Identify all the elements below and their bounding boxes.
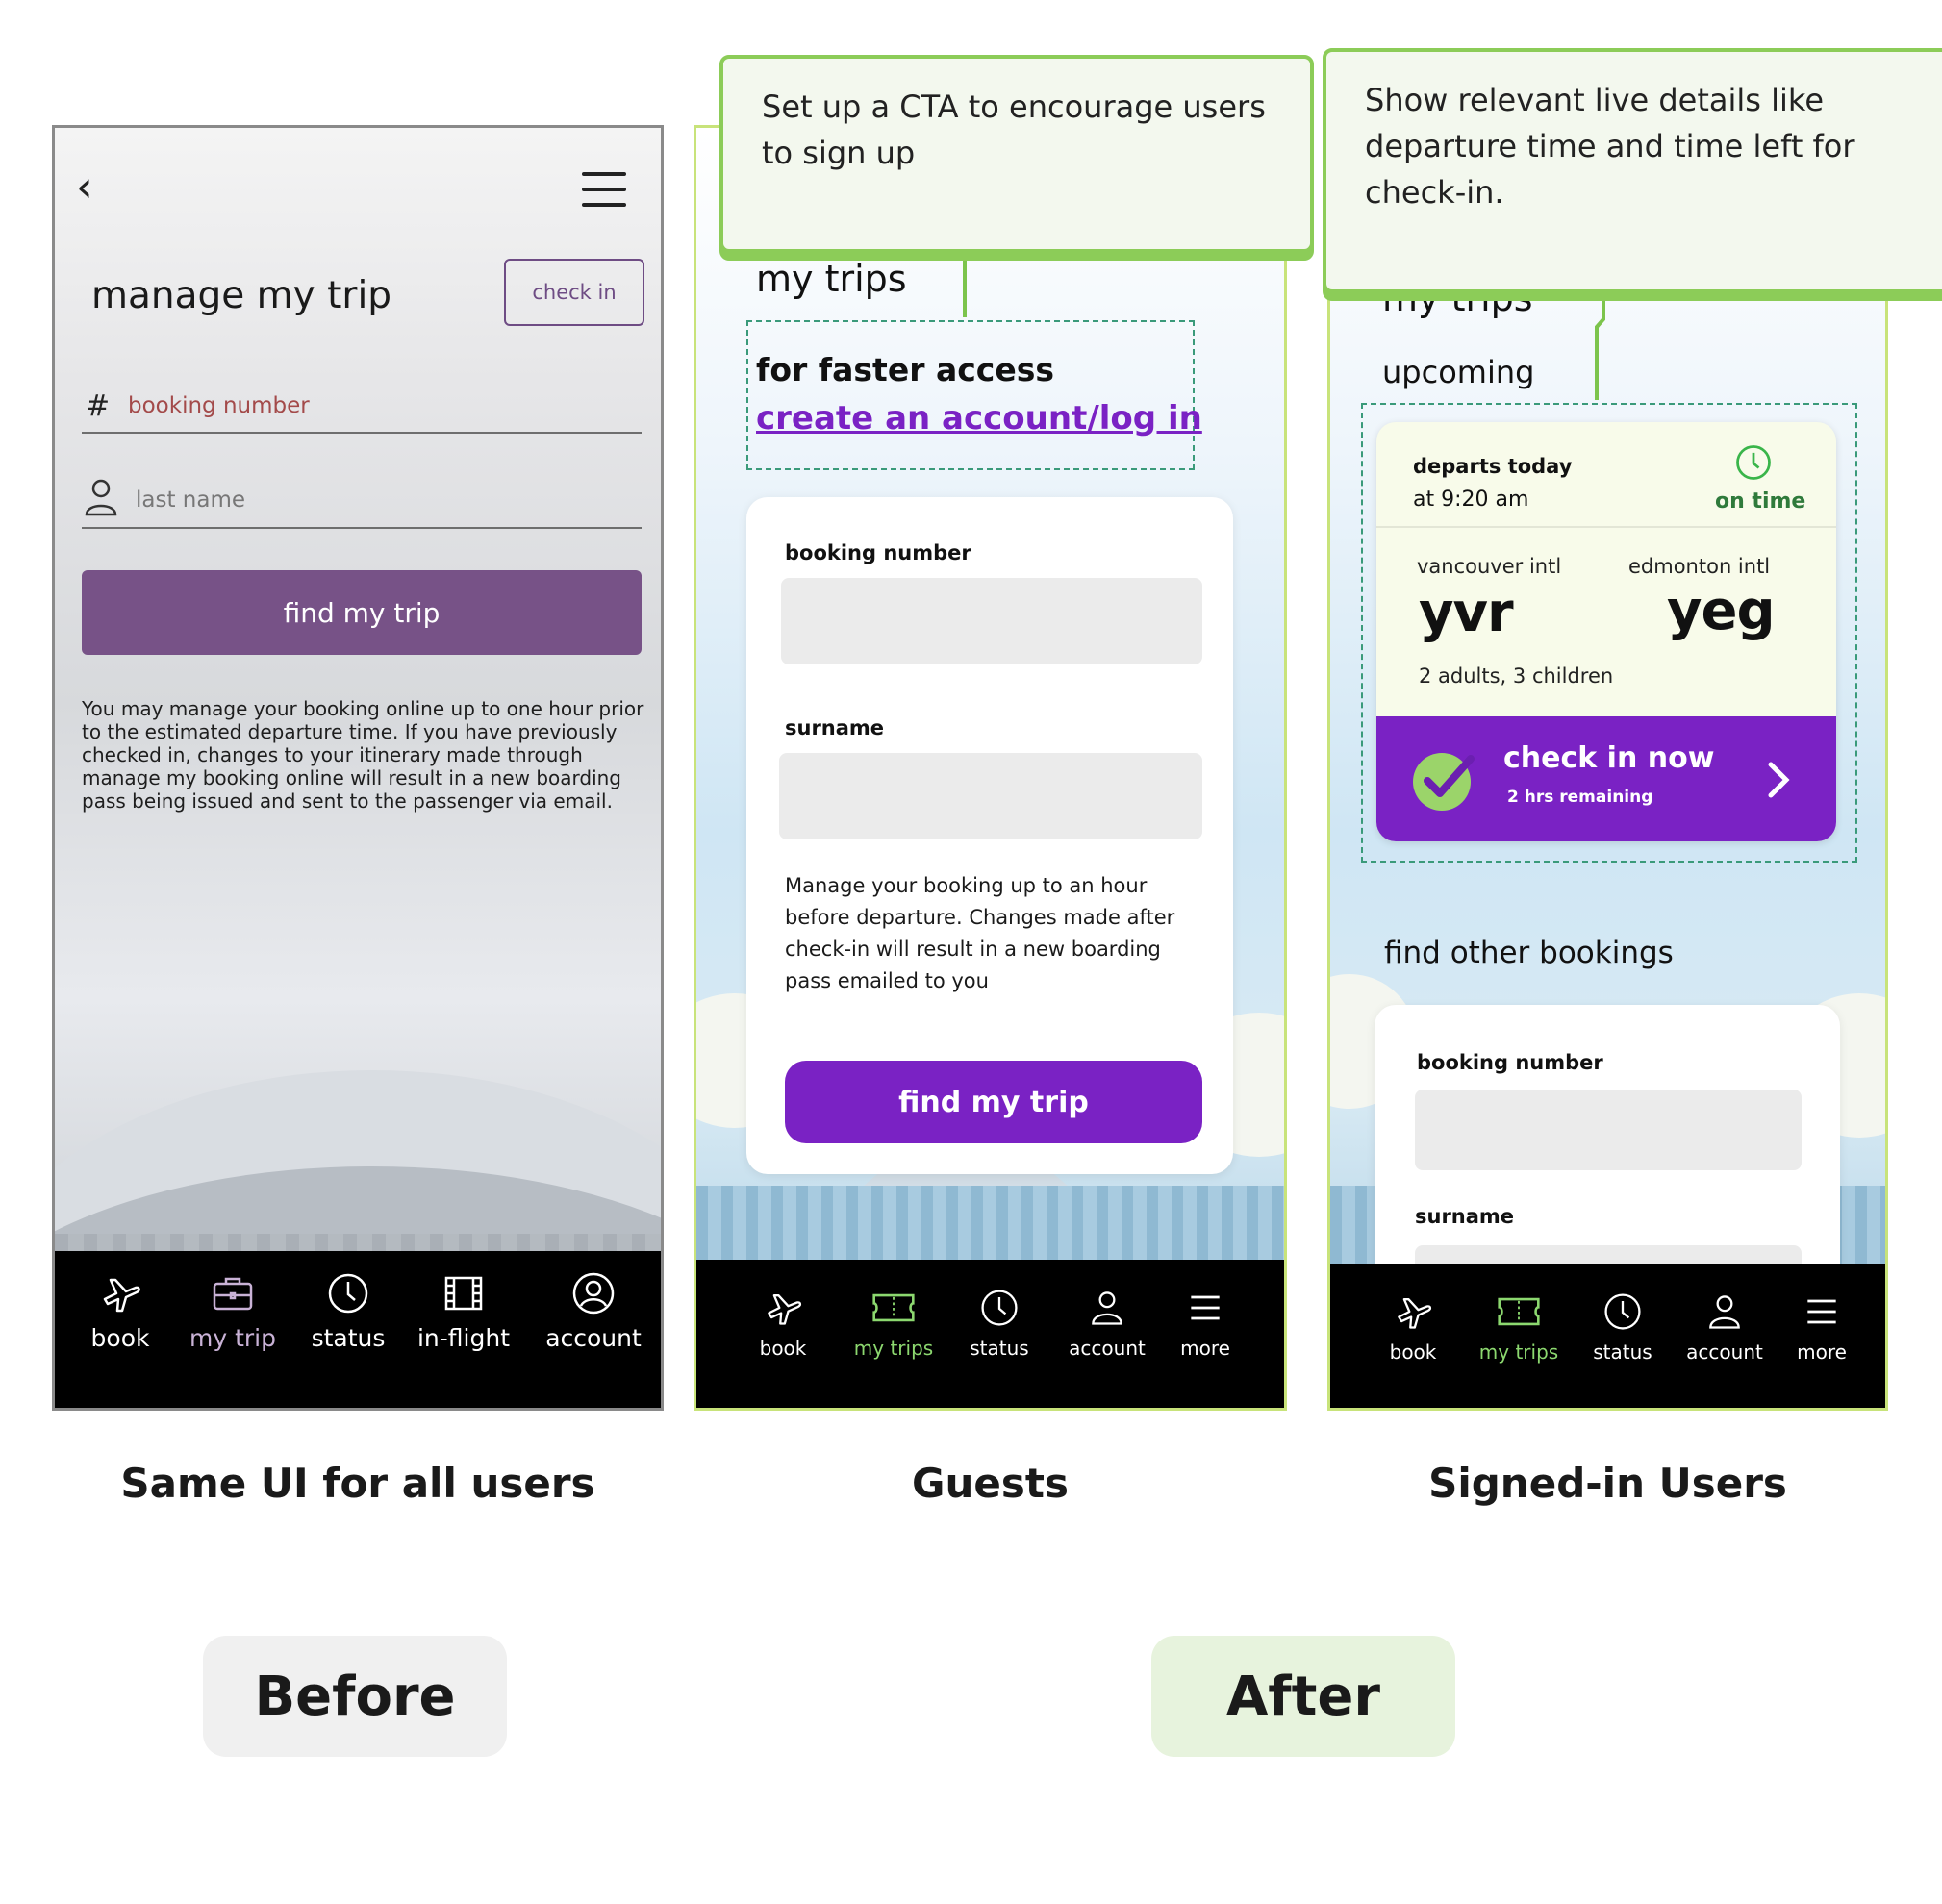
guests-annotation-callout: Set up a CTA to encourage users to sign … <box>719 55 1314 253</box>
signed-in-caption: Signed-in Users <box>1428 1460 1787 1507</box>
signed-in-annotation-callout: Show relevant live details like departur… <box>1323 48 1942 293</box>
before-label: Before <box>203 1636 507 1757</box>
before-caption: Same UI for all users <box>120 1460 595 1507</box>
guests-caption: Guests <box>912 1460 1069 1507</box>
callout-text: Set up a CTA to encourage users to sign … <box>762 88 1266 171</box>
after-label: After <box>1151 1636 1455 1757</box>
callout-text: Show relevant live details like departur… <box>1365 82 1855 211</box>
